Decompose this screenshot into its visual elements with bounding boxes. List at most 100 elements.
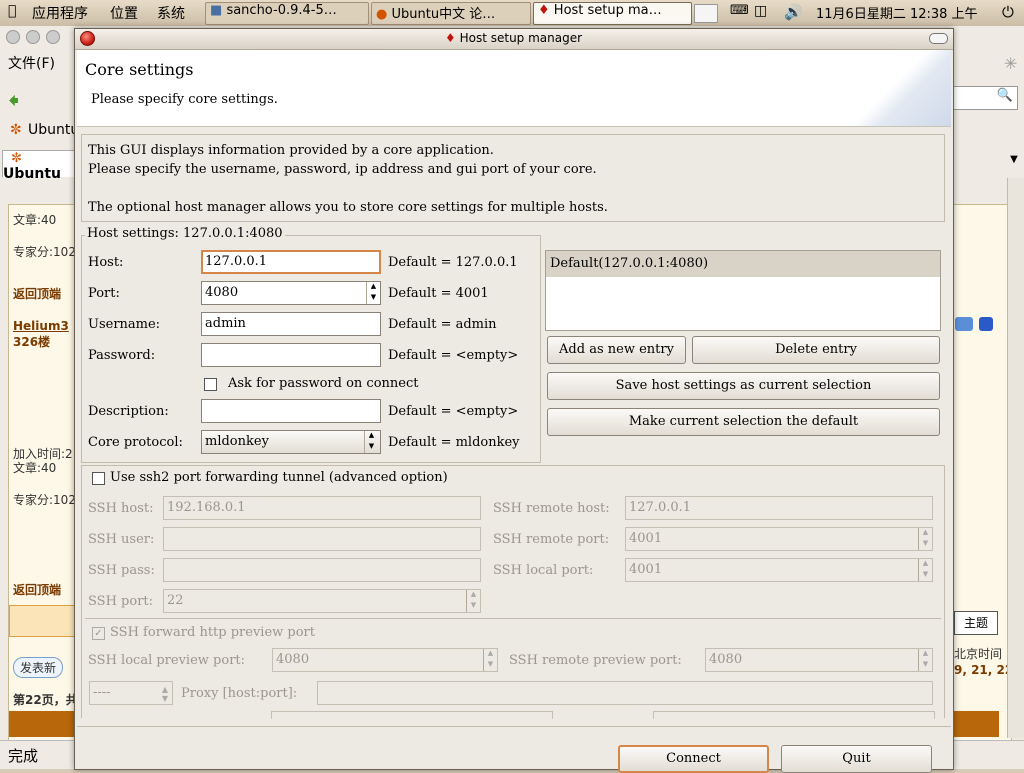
- description-label: Description:: [88, 404, 169, 419]
- ssh-pass-input[interactable]: [163, 558, 481, 582]
- workspace-switcher[interactable]: [694, 4, 718, 23]
- ssh-remote-host-label: SSH remote host:: [493, 501, 610, 516]
- connect-button[interactable]: Connect: [618, 745, 769, 773]
- ssh-port-label: SSH port:: [88, 594, 154, 609]
- remote-preview-port-stepper[interactable]: ▲ ▼: [918, 649, 932, 671]
- spin-up-icon[interactable]: ▲: [367, 282, 380, 292]
- save-host-button[interactable]: Save host settings as current selection: [547, 372, 940, 400]
- clock[interactable]: 11月6日星期二 12:38 上午: [816, 3, 978, 22]
- throbber-icon: ✳: [1004, 54, 1018, 73]
- dialog-title: Host setup manager: [459, 31, 583, 45]
- system-menu[interactable]: 系统: [157, 3, 185, 23]
- proxy-type-select[interactable]: ---- ▲ ▼: [89, 681, 173, 705]
- host-settings-title: Host settings: 127.0.0.1:4080: [85, 226, 285, 241]
- remote-preview-port-spinner[interactable]: 4080 ▲ ▼: [705, 648, 933, 672]
- core-protocol-default: Default = mldonkey: [388, 435, 520, 450]
- forward-preview-label[interactable]: SSH forward http preview port: [110, 625, 315, 640]
- applications-menu[interactable]: 应用程序: [32, 3, 88, 23]
- ssh-port-spinner[interactable]: 22 ▲ ▼: [163, 589, 481, 613]
- forward-preview-checkbox[interactable]: ✓: [92, 627, 105, 640]
- remote-preview-port-label: SSH remote preview port:: [509, 653, 682, 668]
- proxy-label: Proxy [host:port]:: [181, 686, 298, 701]
- username-input[interactable]: admin: [201, 312, 381, 336]
- quit-button[interactable]: Quit: [781, 745, 932, 773]
- info-line: Please specify the username, password, i…: [88, 162, 597, 177]
- ssh-pass-label: SSH pass:: [88, 563, 155, 578]
- password-label: Password:: [88, 348, 156, 363]
- places-menu[interactable]: 位置: [110, 3, 138, 23]
- sancho-icon: ♦: [538, 3, 550, 18]
- local-preview-port-spinner[interactable]: 4080 ▲ ▼: [272, 648, 498, 672]
- search-icon[interactable]: 🔍: [997, 88, 1013, 103]
- ssh-user-input[interactable]: [163, 527, 481, 551]
- ssh-remote-port-stepper[interactable]: ▲ ▼: [918, 528, 932, 550]
- ssh-local-port-spinner[interactable]: 4001 ▲ ▼: [625, 558, 933, 582]
- ssh-remote-port-label: SSH remote port:: [493, 532, 610, 547]
- ssh-port-stepper[interactable]: ▲ ▼: [466, 590, 480, 612]
- file-menu[interactable]: 文件(F): [8, 53, 55, 73]
- header-title: Core settings: [85, 60, 194, 79]
- search-box[interactable]: 🔍: [950, 86, 1018, 110]
- proxy-input[interactable]: [317, 681, 933, 705]
- host-default: Default = 127.0.0.1: [388, 255, 518, 270]
- port-default: Default = 4001: [388, 286, 489, 301]
- description-input[interactable]: [201, 399, 381, 423]
- keyboard-icon[interactable]: ⌨: [730, 3, 749, 18]
- folder-icon: ■: [210, 3, 223, 18]
- list-item[interactable]: Default(127.0.0.1:4080): [546, 251, 940, 277]
- back-arrow-icon[interactable]: 🠸: [8, 84, 19, 122]
- power-icon[interactable]: ⏻: [1002, 3, 1014, 21]
- combo-arrows-icon: ▲ ▼: [161, 685, 168, 703]
- ssh-user-label: SSH user:: [88, 532, 155, 547]
- ssh-remote-port-spinner[interactable]: 4001 ▲ ▼: [625, 527, 933, 551]
- status-text: 完成: [8, 747, 39, 765]
- browser-tab[interactable]: ✼ Ubuntu: [2, 150, 84, 182]
- volume-icon[interactable]: 🔊: [784, 3, 803, 21]
- bookmark-ubuntu[interactable]: Ubuntu: [28, 122, 79, 138]
- ssh-host-label: SSH host:: [88, 501, 154, 516]
- make-default-button[interactable]: Make current selection the default: [547, 408, 940, 436]
- password-default: Default = <empty>: [388, 348, 519, 363]
- network-icon[interactable]: ◫: [754, 3, 767, 19]
- ssh-local-port-stepper[interactable]: ▲ ▼: [918, 559, 932, 581]
- core-protocol-select[interactable]: mldonkey ▲ ▼: [201, 430, 381, 454]
- page-scrollbar[interactable]: [1007, 178, 1024, 738]
- local-preview-port-label: SSH local preview port:: [88, 653, 246, 668]
- host-input[interactable]: 127.0.0.1: [201, 250, 381, 274]
- add-entry-button[interactable]: Add as new entry: [547, 336, 686, 364]
- message-icon: [979, 317, 993, 331]
- username-label: Username:: [88, 317, 161, 332]
- spin-down-icon[interactable]: ▼: [367, 292, 380, 303]
- ssh-tunnel-label[interactable]: Use ssh2 port forwarding tunnel (advance…: [110, 470, 448, 485]
- ubuntu-bookmark-icon[interactable]: ✼: [10, 122, 22, 138]
- ssh-host-input[interactable]: 192.168.0.1: [163, 496, 481, 520]
- local-preview-port-stepper[interactable]: ▲ ▼: [483, 649, 497, 671]
- sancho-icon: ♦: [445, 31, 456, 45]
- description-default: Default = <empty>: [388, 404, 519, 419]
- tab-list-dropdown-icon[interactable]: ▼: [1006, 154, 1022, 176]
- host-label: Host:: [88, 255, 124, 270]
- password-input[interactable]: [201, 343, 381, 367]
- header-subtitle: Please specify core settings.: [91, 92, 278, 107]
- ask-password-label[interactable]: Ask for password on connect: [228, 376, 418, 391]
- ask-password-checkbox[interactable]: [204, 378, 217, 391]
- header-decoration: [847, 50, 951, 126]
- combo-arrows-icon[interactable]: ▲ ▼: [364, 431, 378, 453]
- close-icon[interactable]: [80, 31, 95, 46]
- taskbar-item-sancho[interactable]: ■ sancho-0.9.4-5…: [205, 2, 369, 25]
- button-separator: [77, 726, 951, 727]
- dialog-titlebar[interactable]: ♦ Host setup manager: [75, 29, 953, 50]
- taskbar-item-host-setup[interactable]: ♦ Host setup ma…: [533, 2, 692, 25]
- port-stepper[interactable]: ▲ ▼: [366, 282, 380, 304]
- ssh-remote-host-input[interactable]: 127.0.0.1: [625, 496, 933, 520]
- host-setup-dialog: ♦ Host setup manager Core settings Pleas…: [74, 28, 954, 773]
- taskbar-item-firefox[interactable]: ● Ubuntu中文 论…: [371, 2, 531, 25]
- info-line: The optional host manager allows you to …: [88, 200, 608, 215]
- delete-entry-button[interactable]: Delete entry: [692, 336, 940, 364]
- port-spinner[interactable]: 4080 ▲ ▼: [201, 281, 381, 305]
- info-line: This GUI displays information provided b…: [88, 143, 494, 158]
- foot-logo-icon[interactable]: : [8, 3, 16, 19]
- ssh-tunnel-checkbox[interactable]: [92, 472, 105, 485]
- shade-button[interactable]: [929, 33, 948, 44]
- hosts-list[interactable]: Default(127.0.0.1:4080): [545, 250, 941, 331]
